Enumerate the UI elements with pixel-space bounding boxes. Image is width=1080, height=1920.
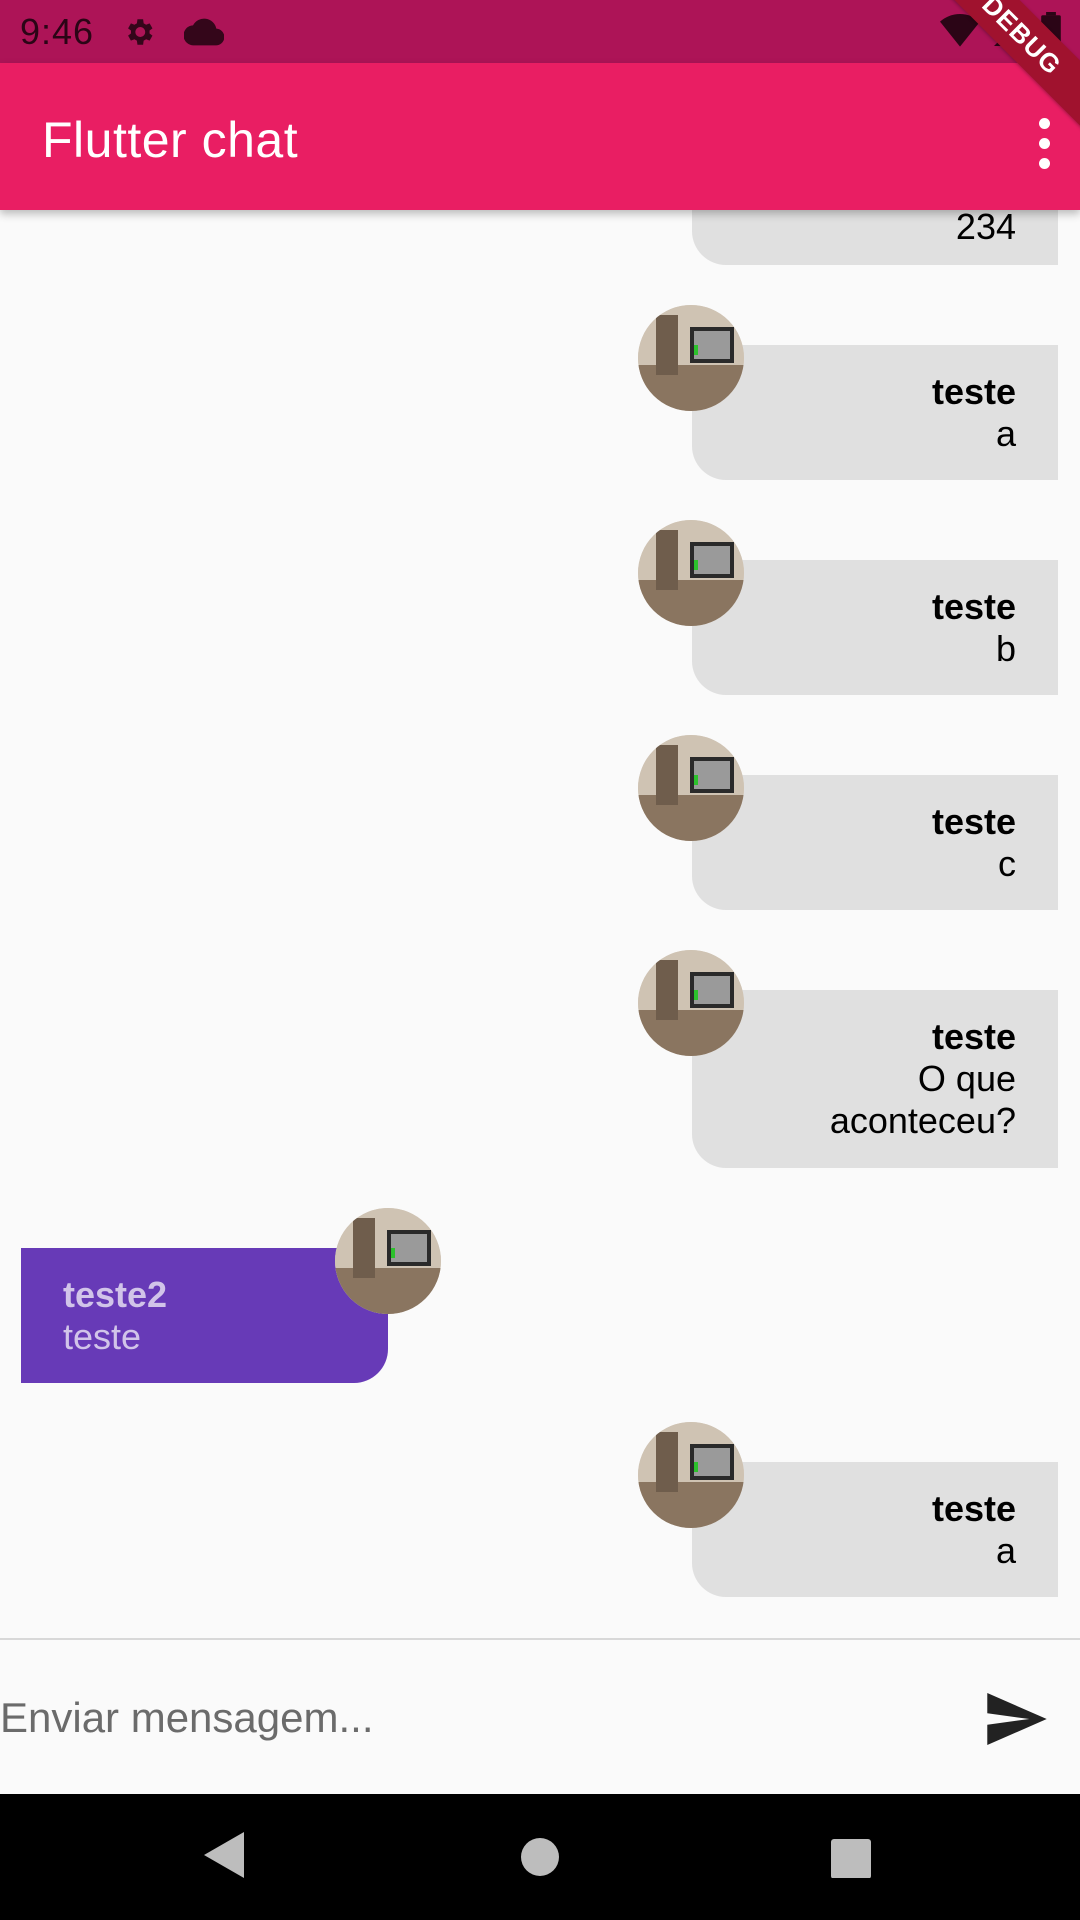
message-text: teste [63,1316,142,1357]
recents-icon[interactable] [831,1832,871,1883]
message-text: b [995,628,1016,669]
message-bubble: teste a [692,1462,1058,1597]
avatar [638,520,744,626]
more-options-icon[interactable] [1022,113,1066,173]
message-sender: teste [931,586,1016,627]
home-icon[interactable] [519,1832,561,1883]
avatar [638,950,744,1056]
avatar [638,1422,744,1528]
app-bar: Flutter chat [0,63,1080,210]
message-input[interactable] [0,1680,940,1756]
message-bubble: 234 [692,210,1058,265]
message-text: 234 [955,210,1016,247]
back-icon[interactable] [204,1832,244,1883]
message-composer [0,1638,1080,1796]
message-sender: teste [931,1488,1016,1529]
message-text: a [995,1530,1016,1571]
message-text: a [995,413,1016,454]
system-nav-bar [0,1794,1080,1920]
avatar [638,305,744,411]
send-icon[interactable] [982,1684,1052,1754]
avatar [335,1208,441,1314]
message-sender: teste [931,801,1016,842]
settings-icon [122,15,156,49]
message-bubble: teste c [692,775,1058,910]
message-text-line: aconteceu? [829,1100,1016,1141]
message-sender: teste [931,371,1016,412]
message-bubble: teste O que aconteceu? [692,990,1058,1168]
message-text: c [998,843,1016,884]
message-sender: teste [931,1016,1016,1057]
message-bubble: teste a [692,345,1058,480]
avatar [638,735,744,841]
status-time: 9:46 [20,10,95,52]
message-list[interactable]: 234 teste a teste b teste c teste O que … [0,210,1080,1638]
message-bubble-other: teste2 teste [21,1248,388,1383]
cloud-icon [184,17,225,47]
status-bar: 9:46 [0,0,1080,63]
message-bubble: teste b [692,560,1058,695]
page-title: Flutter chat [42,112,299,168]
message-sender: teste2 [63,1274,168,1315]
message-text-line: O que [917,1058,1016,1099]
